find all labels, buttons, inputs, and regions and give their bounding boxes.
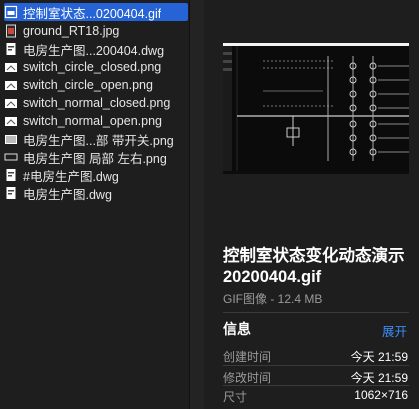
diagram-preview-image	[223, 46, 409, 171]
png-file-icon	[4, 150, 18, 164]
file-row[interactable]: 电房生产图...200404.dwg	[4, 40, 188, 58]
file-row[interactable]: switch_circle_closed.png	[4, 58, 188, 76]
png-file-icon	[4, 132, 18, 146]
png-file-icon	[4, 60, 18, 74]
file-label: switch_circle_open.png	[23, 78, 153, 92]
info-section-title: 信息	[223, 321, 251, 337]
file-row[interactable]: 电房生产图.dwg	[4, 184, 188, 202]
png-file-icon	[4, 114, 18, 128]
dimensions-label: 尺寸	[223, 390, 248, 404]
expand-link[interactable]: 展开	[382, 321, 407, 340]
dwg-file-icon	[4, 42, 18, 56]
file-row[interactable]: 电房生产图 局部 左右.png	[4, 148, 188, 166]
file-label: #电房生产图.dwg	[23, 169, 119, 184]
file-row[interactable]: 电房生产图...部 带开关.png	[4, 130, 188, 148]
file-label: 电房生产图 局部 左右.png	[23, 151, 167, 166]
divider	[223, 312, 409, 313]
created-time-label: 创建时间	[223, 350, 272, 364]
file-label: ground_RT18.jpg	[23, 24, 120, 38]
dwg-file-icon	[4, 168, 18, 182]
modified-time-label: 修改时间	[223, 371, 272, 385]
preview-thumbnail[interactable]	[223, 43, 409, 174]
preview-filename: 控制室状态变化动态演示20200404.gif	[223, 247, 405, 286]
file-row[interactable]: switch_normal_closed.png	[4, 94, 188, 112]
column-gutter	[190, 0, 204, 409]
file-label: switch_normal_open.png	[23, 114, 162, 128]
png-file-icon	[4, 96, 18, 110]
created-time-value: 今天 21:59	[350, 350, 408, 364]
file-label: switch_circle_closed.png	[23, 60, 162, 74]
dwg-file-icon	[4, 186, 18, 200]
file-label: 电房生产图...部 带开关.png	[23, 133, 174, 148]
file-row[interactable]: switch_normal_open.png	[4, 112, 188, 130]
file-label: 电房生产图...200404.dwg	[23, 43, 165, 58]
divider	[223, 385, 409, 386]
file-label: switch_normal_closed.png	[23, 96, 171, 110]
file-row[interactable]: ground_RT18.jpg	[4, 22, 188, 40]
file-row[interactable]: 控制室状态...0200404.gif	[4, 3, 188, 21]
divider	[223, 365, 409, 366]
file-list: 控制室状态...0200404.gif ground_RT18.jpg 电房生产…	[0, 0, 189, 409]
file-row[interactable]: #电房生产图.dwg	[4, 166, 188, 184]
file-row[interactable]: switch_circle_open.png	[4, 76, 188, 94]
file-label: 电房生产图.dwg	[23, 187, 112, 202]
jpg-file-icon	[4, 24, 18, 38]
png-file-icon	[4, 78, 18, 92]
modified-time-value: 今天 21:59	[350, 371, 408, 385]
dimensions-value: 1062×716	[354, 388, 408, 402]
file-label: 控制室状态...0200404.gif	[23, 6, 162, 21]
file-kind-size: GIF图像 - 12.4 MB	[223, 292, 323, 306]
gif-file-icon	[4, 5, 18, 19]
